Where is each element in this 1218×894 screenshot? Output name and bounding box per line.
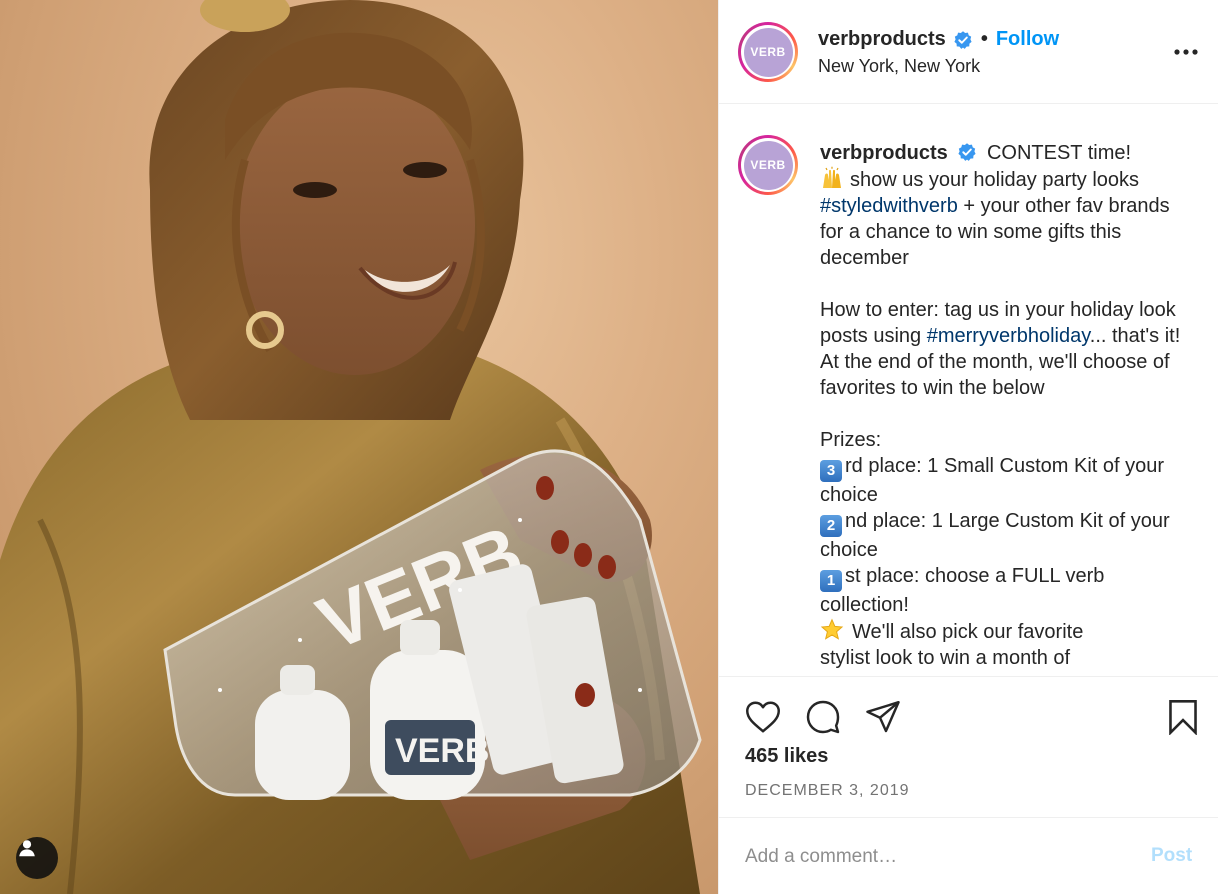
verified-badge-icon xyxy=(953,30,973,50)
keycap-2-emoji-icon: 2 xyxy=(820,515,842,537)
header-avatar[interactable]: VERB xyxy=(738,22,798,82)
location-link[interactable]: New York, New York xyxy=(818,56,980,77)
prize-item: 3rd place: 1 Small Custom Kit of your ch… xyxy=(820,453,1192,508)
caption-line: We'll also pick our favorite xyxy=(852,621,1084,643)
caption-line: show us your holiday party looks xyxy=(850,169,1140,191)
keycap-3-emoji-icon: 3 xyxy=(820,460,842,482)
caption-avatar[interactable]: VERB xyxy=(738,135,798,195)
more-options-icon xyxy=(1174,49,1198,55)
post-actions-section: 465 likes DECEMBER 3, 2019 xyxy=(719,676,1218,816)
caption-username-link[interactable]: verbproducts xyxy=(820,142,948,164)
hashtag-link[interactable]: #styledwithverb xyxy=(820,195,958,217)
avatar-ring: VERB xyxy=(741,25,795,79)
post-side-panel: VERB verbproducts • Follow New York, New… xyxy=(718,0,1218,894)
post-date[interactable]: DECEMBER 3, 2019 xyxy=(745,782,910,800)
prize-text: nd place: 1 Large Custom Kit of your cho… xyxy=(820,510,1170,561)
post-photo[interactable]: VERB VERB xyxy=(0,0,718,894)
raising-hands-emoji-icon xyxy=(823,166,841,188)
post-comment-button[interactable]: Post xyxy=(1151,845,1192,867)
caption-section[interactable]: VERB verbproducts CONTEST time! show us … xyxy=(719,105,1218,675)
caption-paragraph-3: Prizes: 3rd place: 1 Small Custom Kit of… xyxy=(820,427,1192,671)
header-username-link[interactable]: verbproducts xyxy=(818,28,946,51)
header-user-row: verbproducts • Follow xyxy=(818,28,1059,51)
comment-button[interactable] xyxy=(803,697,843,737)
post-header: VERB verbproducts • Follow New York, New… xyxy=(719,0,1218,104)
avatar-ring: VERB xyxy=(741,138,795,192)
prizes-heading: Prizes: xyxy=(820,429,882,451)
share-icon xyxy=(866,700,900,733)
svg-text:VERB: VERB xyxy=(395,732,489,770)
caption-line: CONTEST time! xyxy=(986,142,1132,164)
caption-line: We'll also pick our favorite xyxy=(820,618,1192,645)
comment-icon xyxy=(806,700,840,734)
heart-icon xyxy=(746,701,780,733)
prize-text: rd place: 1 Small Custom Kit of your cho… xyxy=(820,455,1165,506)
prize-item: 1st place: choose a FULL verb collection… xyxy=(820,563,1192,618)
caption-line-cutoff: stylist look to win a month of xyxy=(820,647,1071,669)
likes-count[interactable]: 465 likes xyxy=(745,745,828,768)
save-button[interactable] xyxy=(1163,697,1203,737)
prize-item: 2nd place: 1 Large Custom Kit of your ch… xyxy=(820,508,1192,563)
caption-text: verbproducts CONTEST time! show us your … xyxy=(820,140,1192,671)
share-button[interactable] xyxy=(863,697,903,737)
hashtag-link[interactable]: #merryverbholiday xyxy=(927,325,1090,347)
separator-dot: • xyxy=(980,28,988,50)
caption-paragraph-1: verbproducts CONTEST time! show us your … xyxy=(820,140,1192,271)
prize-text: st place: choose a FULL verb collection! xyxy=(820,565,1105,616)
caption-paragraph-2: How to enter: tag us in your holiday loo… xyxy=(820,297,1192,401)
comment-input[interactable] xyxy=(745,842,1125,872)
comment-bar: Post xyxy=(719,817,1218,894)
star-emoji-icon xyxy=(820,618,844,640)
avatar-logo: VERB xyxy=(743,27,793,77)
user-tag-icon xyxy=(19,840,35,857)
like-button[interactable] xyxy=(743,697,783,737)
user-tag-button[interactable] xyxy=(16,837,58,879)
more-options-button[interactable] xyxy=(1169,38,1203,66)
bookmark-icon xyxy=(1169,700,1197,735)
verified-badge-icon xyxy=(957,142,977,162)
avatar-logo: VERB xyxy=(743,140,793,190)
post-photo-illustration: VERB VERB xyxy=(0,0,702,894)
follow-button[interactable]: Follow xyxy=(996,28,1059,51)
keycap-1-emoji-icon: 1 xyxy=(820,570,842,592)
